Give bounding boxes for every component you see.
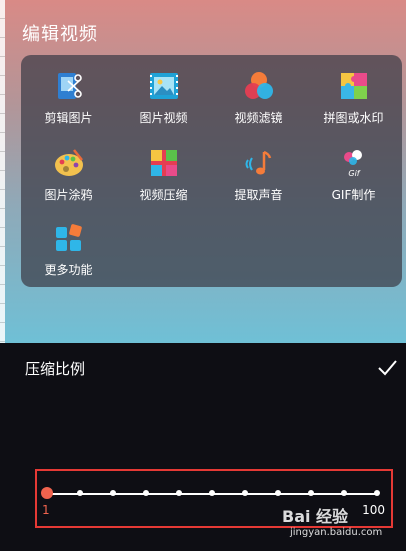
tool-label: 图片视频 — [139, 111, 188, 125]
slider-tick — [143, 490, 149, 496]
tool-puzzle-watermark[interactable]: 拼图或水印 — [306, 69, 401, 126]
slider-tick — [341, 490, 347, 496]
tool-image-doodle[interactable]: 图片涂鸦 — [21, 146, 116, 203]
video-filter-icon — [242, 69, 276, 103]
tool-cut-image[interactable]: 剪辑图片 — [21, 69, 116, 126]
compress-slider[interactable] — [41, 487, 380, 499]
tools-panel: 剪辑图片 图片视频 视频滤镜 拼图或水印 图片涂鸦 视频压缩 提取声音 Gif … — [21, 55, 402, 287]
tool-label: 剪辑图片 — [44, 111, 93, 125]
tool-more[interactable]: 更多功能 — [21, 221, 116, 278]
compress-icon — [147, 146, 181, 180]
slider-tick — [308, 490, 314, 496]
slider-tick — [176, 490, 182, 496]
slider-thumb[interactable] — [41, 487, 53, 499]
page-title: 编辑视频 — [22, 24, 98, 45]
cut-image-icon — [52, 69, 86, 103]
more-icon — [52, 221, 86, 255]
tool-label: 更多功能 — [44, 263, 93, 277]
slider-min-label: 1 — [42, 503, 50, 517]
tool-label: 提取声音 — [234, 188, 283, 202]
tool-gif-maker[interactable]: Gif GIF制作 — [306, 146, 401, 203]
slider-tick — [110, 490, 116, 496]
slider-tick — [209, 490, 215, 496]
watermark-site: jingyan.baidu.com — [290, 527, 383, 538]
compress-ratio-label: 压缩比例 — [25, 360, 86, 378]
watermark-brand: Bai 经验 — [282, 507, 349, 526]
slider-tick — [77, 490, 83, 496]
tool-image-video[interactable]: 图片视频 — [116, 69, 211, 126]
baidu-watermark: Bai 经验 jingyan.baidu.com — [282, 503, 402, 547]
palette-icon — [52, 146, 86, 180]
tool-video-filter[interactable]: 视频滤镜 — [211, 69, 306, 126]
slider-tick — [275, 490, 281, 496]
music-note-icon — [242, 146, 276, 180]
tool-extract-audio[interactable]: 提取声音 — [211, 146, 306, 203]
tool-label: 视频滤镜 — [234, 111, 283, 125]
svg-text:Gif: Gif — [348, 169, 360, 178]
tool-label: 图片涂鸦 — [44, 188, 93, 202]
puzzle-watermark-icon — [337, 69, 371, 103]
tool-label: GIF制作 — [331, 188, 376, 202]
tool-label: 拼图或水印 — [323, 111, 384, 125]
confirm-check-icon[interactable] — [376, 357, 398, 379]
slider-tick — [374, 490, 380, 496]
tool-video-compress[interactable]: 视频压缩 — [116, 146, 211, 203]
tool-label: 视频压缩 — [139, 188, 188, 202]
slider-tick — [242, 490, 248, 496]
image-video-icon — [147, 69, 181, 103]
gif-icon: Gif — [337, 146, 371, 180]
